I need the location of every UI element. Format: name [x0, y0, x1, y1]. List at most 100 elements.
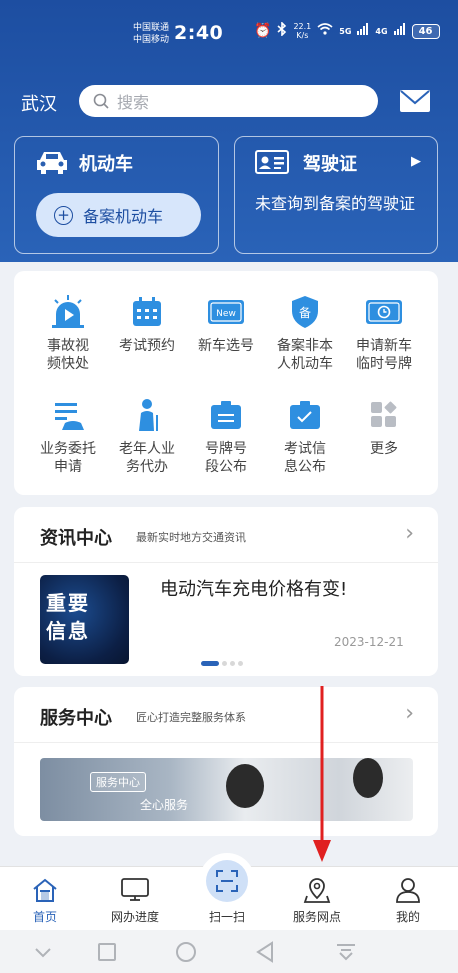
chevron-right-icon: ▶ — [411, 154, 421, 169]
keyboard-hide-icon[interactable] — [335, 942, 357, 966]
news-item-title[interactable]: 电动汽车充电价格有变! — [160, 575, 347, 601]
battery-indicator: 46 — [411, 23, 440, 39]
service-label: 更多 — [370, 441, 398, 457]
service-label: 考试预约 — [119, 338, 175, 354]
license-status-text: 未查询到备案的驾驶证 — [255, 194, 416, 213]
carrier-info: 中国联通 中国移动 — [133, 22, 169, 46]
news-item-date: 2023-12-21 — [334, 635, 404, 649]
plate-segment-icon — [206, 398, 246, 432]
carousel-dot-active — [201, 661, 219, 666]
vehicle-card[interactable]: 机动车 + 备案机动车 — [14, 136, 219, 254]
car-icon — [37, 152, 67, 174]
bluetooth-icon — [277, 21, 287, 40]
new-plate-icon: New — [206, 295, 246, 329]
status-icons: ⏰ 22.1 K/s 5G 4G 46 — [254, 21, 440, 40]
accident-video-icon — [48, 295, 88, 329]
service-banner[interactable]: 服务中心 全心服务 — [40, 758, 413, 821]
banner-person-image — [226, 764, 264, 808]
service-item-delegate[interactable]: 业务委托申请 — [28, 398, 108, 476]
signal-bars-2-icon — [393, 23, 406, 39]
license-card[interactable]: 驾驶证 ▶ 未查询到备案的驾驶证 — [234, 136, 438, 254]
service-center-header[interactable]: 服务中心 匠心打造完整服务体系 › — [14, 687, 438, 743]
service-item-exam-info[interactable]: 考试信息公布 — [265, 398, 345, 476]
mail-icon — [400, 90, 430, 112]
banner-tag: 服务中心 — [90, 772, 146, 792]
banner-person-image — [353, 758, 383, 798]
tab-label: 扫一扫 — [208, 910, 245, 924]
more-icon — [364, 398, 404, 432]
system-nav-bar — [0, 930, 458, 973]
carousel-indicator — [201, 661, 243, 666]
service-item-elderly[interactable]: 老年人业务代办 — [107, 398, 187, 476]
city-selector[interactable]: 武汉 — [21, 90, 57, 116]
scan-button[interactable] — [199, 853, 255, 909]
net-speed-unit: K/s — [296, 31, 309, 40]
carrier-1: 中国联通 — [133, 23, 170, 33]
news-center-card: 资讯中心 最新实时地方交通资讯 › 重要信息 电动汽车充电价格有变! 2023-… — [14, 507, 438, 676]
search-placeholder: 搜索 — [117, 93, 150, 112]
tab-home[interactable]: 首页 — [5, 875, 85, 925]
user-icon — [368, 875, 448, 905]
plus-icon: + — [54, 205, 73, 225]
service-label: 号牌号段公布 — [205, 441, 247, 475]
tab-label: 我的 — [395, 910, 420, 924]
home-icon — [5, 875, 85, 905]
service-item-register-others[interactable]: 备 备案非本人机动车 — [265, 295, 345, 373]
service-label: 申请新车临时号牌 — [356, 338, 412, 372]
signal-bars-1-icon — [357, 23, 369, 39]
service-item-temp-plate[interactable]: 申请新车临时号牌 — [344, 295, 424, 373]
register-vehicle-button[interactable]: + 备案机动车 — [36, 193, 201, 237]
tab-label: 网办进度 — [110, 910, 159, 924]
wifi-icon — [317, 23, 333, 39]
alarm-icon: ⏰ — [254, 23, 272, 39]
calendar-icon — [127, 295, 167, 329]
service-label: 备案非本人机动车 — [277, 338, 333, 372]
home-nav-icon[interactable] — [175, 941, 197, 967]
license-card-title: 驾驶证 — [303, 154, 357, 175]
tab-service-points[interactable]: 服务网点 — [277, 875, 357, 925]
news-thumbnail-text: 重要信息 — [46, 591, 90, 643]
back-icon[interactable] — [255, 941, 275, 967]
clock: 2:40 — [174, 22, 224, 44]
news-header[interactable]: 资讯中心 最新实时地方交通资讯 › — [14, 507, 438, 563]
service-label: 业务委托申请 — [40, 441, 96, 475]
search-bar[interactable]: 搜索 — [79, 85, 378, 117]
news-title: 资讯中心 — [40, 528, 112, 549]
mail-button[interactable] — [400, 90, 430, 116]
service-grid: 事故视频快处 考试预约 New 新车选号 备 备案非本人机动车 申请新车临时号牌… — [14, 271, 438, 495]
elderly-icon — [127, 398, 167, 432]
scan-icon — [206, 860, 248, 902]
service-center-card: 服务中心 匠心打造完整服务体系 › 服务中心 全心服务 — [14, 687, 438, 836]
service-label: 考试信息公布 — [284, 441, 326, 475]
tab-label: 首页 — [32, 910, 57, 924]
signal-4g: 4G — [375, 26, 388, 36]
status-bar: 中国联通 中国移动 2:40 ⏰ 22.1 K/s 5G 4G 46 — [0, 0, 458, 70]
carrier-2: 中国移动 — [133, 35, 170, 45]
recent-apps-icon[interactable] — [97, 942, 117, 966]
news-thumbnail[interactable]: 重要信息 — [40, 575, 129, 664]
chevron-down-icon[interactable] — [34, 944, 52, 963]
service-item-new-plate[interactable]: New 新车选号 — [186, 295, 266, 355]
carousel-dot — [238, 661, 243, 666]
service-item-accident-video[interactable]: 事故视频快处 — [28, 295, 108, 373]
shield-icon: 备 — [285, 295, 325, 329]
tab-progress[interactable]: 网办进度 — [95, 875, 175, 925]
service-item-exam-booking[interactable]: 考试预约 — [107, 295, 187, 355]
tab-profile[interactable]: 我的 — [368, 875, 448, 925]
service-label: 事故视频快处 — [47, 338, 89, 372]
exam-info-icon — [285, 398, 325, 432]
search-icon — [93, 93, 109, 109]
service-item-more[interactable]: 更多 — [344, 398, 424, 458]
temp-plate-icon — [364, 295, 404, 329]
service-label: 新车选号 — [198, 338, 254, 354]
service-center-title: 服务中心 — [40, 708, 112, 729]
map-pin-icon — [277, 875, 357, 905]
service-item-plate-segment[interactable]: 号牌号段公布 — [186, 398, 266, 476]
id-card-icon — [255, 150, 289, 174]
tab-label: 服务网点 — [292, 910, 341, 924]
signal-5g: 5G — [339, 26, 352, 36]
carousel-dot — [230, 661, 235, 666]
chevron-right-icon: › — [405, 521, 414, 546]
svg-text:New: New — [216, 309, 236, 319]
svg-text:备: 备 — [299, 306, 311, 320]
